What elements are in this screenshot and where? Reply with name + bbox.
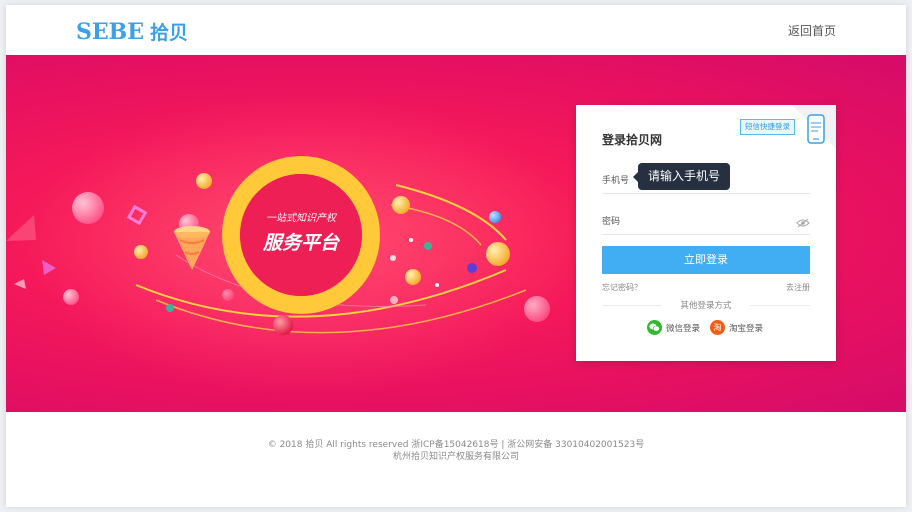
decor-ball [72, 192, 104, 224]
decor-ball [390, 255, 396, 261]
back-home-link[interactable]: 返回首页 [788, 22, 836, 39]
decor-ball [273, 315, 293, 335]
taobao-login-label: 淘宝登录 [729, 323, 764, 334]
decor-ball [63, 289, 79, 305]
password-field[interactable]: 密码 [602, 204, 810, 235]
slogan-line-2: 服务平台 [262, 232, 341, 254]
decor-ball [489, 211, 501, 223]
register-link[interactable]: 去注册 [786, 282, 810, 293]
decor-ball [390, 296, 398, 304]
login-panel: 短信快捷登录 登录拾贝网 手机号 请输入手机号 密码 立即登录 忘记密码？ 去注… [576, 105, 836, 361]
taobao-login-button[interactable]: 淘 淘宝登录 [710, 320, 763, 335]
decor-ball [467, 263, 477, 273]
page-frame: SEBE 拾贝 返回首页 一站式知识产权 服务平台 短信快捷登录 登录拾贝网 手… [6, 5, 906, 507]
decor-triangle [6, 215, 36, 241]
decor-ball [405, 269, 421, 285]
taobao-icon: 淘 [710, 320, 725, 335]
page-footer: © 2018 拾贝 All rights reserved 浙ICP备15042… [6, 439, 906, 463]
decor-ball [424, 242, 432, 250]
password-label: 密码 [602, 217, 621, 227]
decor-triangle [14, 279, 26, 289]
decor-ball [435, 283, 439, 287]
decor-ball [222, 289, 234, 301]
top-header: SEBE 拾贝 返回首页 [6, 5, 906, 55]
footer-copyright: © 2018 拾贝 All rights reserved 浙ICP备15042… [267, 440, 645, 450]
eye-slash-icon[interactable] [796, 213, 810, 232]
slogan-line-1: 一站式知识产权 [266, 212, 338, 224]
divider-right [750, 305, 810, 306]
phone-icon[interactable] [806, 114, 826, 148]
wechat-login-button[interactable]: 微信登录 [647, 320, 700, 335]
forgot-password-link[interactable]: 忘记密码？ [602, 282, 642, 293]
logo-text-cn: 拾贝 [150, 22, 189, 44]
decor-ball [392, 196, 410, 214]
phone-label: 手机号 [602, 176, 630, 186]
decor-ball [196, 173, 212, 189]
sms-login-tag[interactable]: 短信快捷登录 [740, 119, 795, 135]
decor-ball [166, 304, 174, 312]
decor-ball [486, 242, 510, 266]
decor-ball [409, 238, 413, 242]
wechat-icon [647, 320, 662, 335]
footer-company: 杭州拾贝知识产权服务有限公司 [392, 452, 519, 462]
login-title: 登录拾贝网 [602, 133, 663, 147]
hero-banner: 一站式知识产权 服务平台 短信快捷登录 登录拾贝网 手机号 请输入手机号 密码 … [6, 55, 906, 412]
wechat-login-label: 微信登录 [666, 323, 701, 334]
decor-ball [134, 245, 148, 259]
logo-text-en: SEBE [76, 18, 145, 45]
login-button[interactable]: 立即登录 [602, 246, 810, 274]
decor-ball [524, 296, 550, 322]
site-logo[interactable]: SEBE 拾贝 [76, 18, 188, 45]
phone-tooltip: 请输入手机号 [632, 163, 731, 190]
